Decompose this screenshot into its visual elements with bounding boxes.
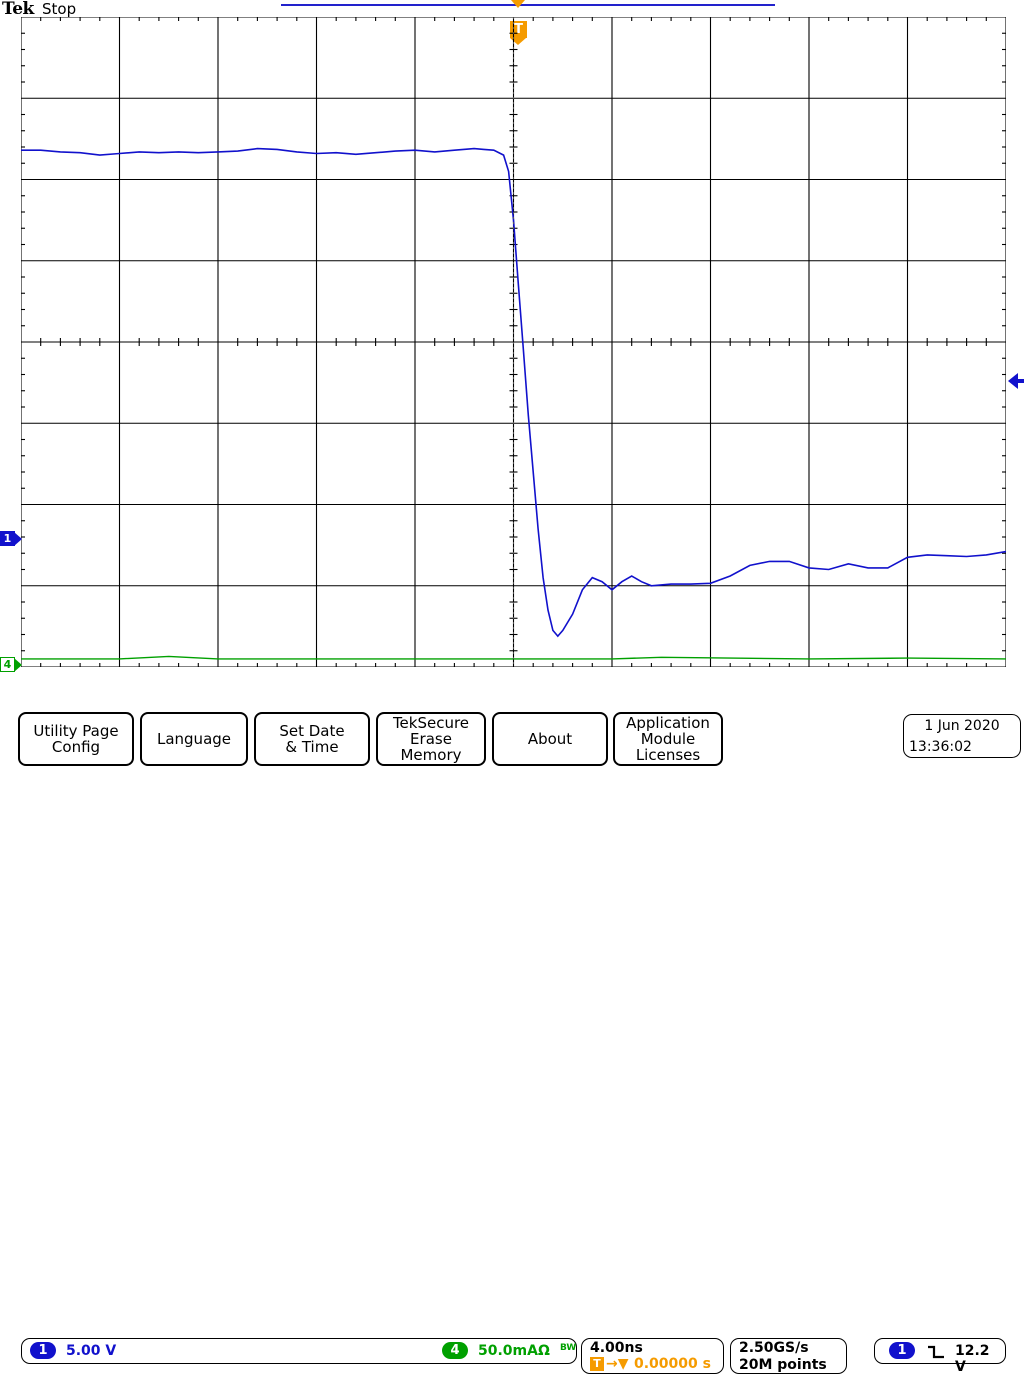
trigger-level: 12.2 V <box>955 1343 990 1375</box>
ch1-badge[interactable]: 1 <box>30 1342 56 1359</box>
soft-key-menu-bar: Utility Page Config Language Set Date & Ti… <box>0 712 1024 768</box>
horizontal-readout-box[interactable]: 4.00ns T →▼ 0.00000 s <box>581 1338 724 1374</box>
menu-button-teksecure-erase-memory[interactable]: TekSecure Erase Memory <box>376 712 486 766</box>
menu-button-utility-page-config[interactable]: Utility Page Config <box>18 712 134 766</box>
trigger-delay-arrow-icon: →▼ <box>606 1356 629 1372</box>
readout-bar: 1 5.00 V 4 50.0mAΩ BW 4.00ns T →▼ 0.0000… <box>0 669 1024 1375</box>
sample-rate: 2.50GS/s <box>739 1340 809 1356</box>
graticule-grid <box>21 17 1006 667</box>
horizontal-scale: 4.00ns <box>590 1340 643 1356</box>
time-label: 13:36:02 <box>909 739 972 755</box>
menu-button-about[interactable]: About <box>492 712 608 766</box>
ch4-badge[interactable]: 4 <box>442 1342 468 1359</box>
record-length: 20M points <box>739 1357 827 1373</box>
acquisition-readout-box[interactable]: 2.50GS/s 20M points <box>730 1338 847 1374</box>
trigger-readout-box[interactable]: 1 12.2 V <box>874 1338 1006 1375</box>
ch1-vertical-scale: 5.00 V <box>66 1343 117 1359</box>
ch1-ground-marker-tip <box>14 532 22 546</box>
trigger-delay-icon: T <box>590 1357 604 1371</box>
menu-button-label: About <box>527 730 573 748</box>
date-time-box: 1 Jun 2020 13:36:02 <box>903 714 1021 758</box>
ch4-vertical-scale: 50.0mAΩ <box>478 1343 550 1359</box>
menu-button-set-date-time[interactable]: Set Date & Time <box>254 712 370 766</box>
record-length-indicator-bar[interactable] <box>281 4 775 6</box>
ch4-bandwidth-limit-badge: BW <box>560 1343 577 1353</box>
trigger-position-arrow-icon <box>511 0 525 8</box>
waveform-display-area[interactable] <box>21 17 1006 667</box>
menu-button-label: TekSecure Erase Memory <box>392 714 470 764</box>
trigger-delay-value: 0.00000 s <box>634 1356 711 1372</box>
menu-button-application-module-licenses[interactable]: Application Module Licenses <box>613 712 723 766</box>
vertical-readout-box[interactable]: 1 5.00 V 4 50.0mAΩ BW <box>21 1338 577 1364</box>
trigger-source-badge[interactable]: 1 <box>889 1342 915 1359</box>
ch1-ground-marker[interactable]: 1 <box>0 531 22 548</box>
menu-button-label: Utility Page Config <box>33 722 119 756</box>
falling-edge-icon <box>928 1345 944 1359</box>
ch1-right-edge-arrow-tail <box>1017 379 1024 383</box>
menu-button-label: Set Date & Time <box>279 722 345 756</box>
date-label: 1 Jun 2020 <box>924 718 1000 734</box>
menu-button-label: Application Module Licenses <box>626 714 710 764</box>
acquisition-state-label: Stop <box>42 0 77 18</box>
ch1-ground-marker-label: 1 <box>0 531 15 546</box>
menu-button-label: Language <box>156 730 232 748</box>
menu-button-language[interactable]: Language <box>140 712 248 766</box>
